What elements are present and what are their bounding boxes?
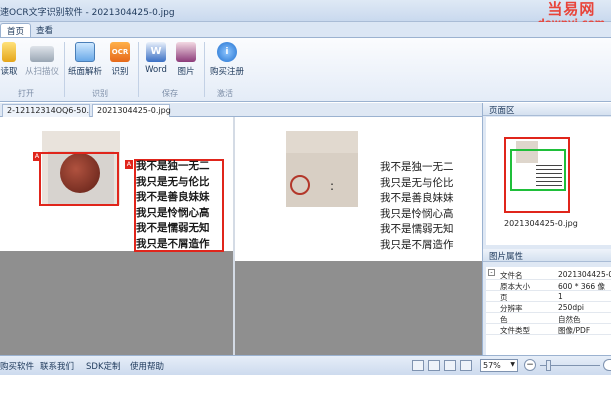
- scanner-button[interactable]: 从扫描仪: [22, 42, 62, 77]
- poem-line: 我只是无与伦比: [380, 176, 454, 189]
- property-row: 页1: [486, 291, 611, 302]
- purchase-register-label: 购买注册: [209, 67, 244, 77]
- recognize-button[interactable]: OCR 识别: [107, 42, 133, 77]
- chevron-down-icon: ▼: [510, 361, 515, 368]
- result-photo-placeholder: :: [286, 131, 358, 207]
- read-label: 读取: [0, 67, 18, 77]
- poem-line: 我只是不屑造作: [136, 237, 210, 250]
- poem-line: 我只是无与伦比: [136, 175, 210, 188]
- image-label: 图片: [177, 67, 195, 77]
- word-label: Word: [145, 65, 167, 75]
- actual-size-icon[interactable]: [444, 360, 456, 371]
- scanner-icon: [30, 46, 54, 62]
- layout-analysis-button[interactable]: 纸面解析: [67, 42, 103, 77]
- poem-line: 我只是怜悯心高: [380, 207, 454, 220]
- fit-page-icon[interactable]: [428, 360, 440, 371]
- tab-view[interactable]: 查看: [30, 23, 59, 37]
- result-page: : 我不是独一无二 我只是无与伦比 我不是善良妹妹 我只是怜悯心高 我不是懦弱无…: [235, 117, 482, 261]
- poem-line: 我不是独一无二: [380, 161, 454, 173]
- recognize-label: 识别: [111, 67, 129, 77]
- purchase-register-button[interactable]: i 购买注册: [207, 42, 247, 77]
- group-separator: [64, 42, 65, 97]
- group-separator: [138, 42, 139, 97]
- thumbnail-caption: 2021304425-0.jpg: [504, 219, 578, 228]
- poem-line: 我只是不屑造作: [380, 238, 454, 251]
- page-background: [0, 375, 611, 407]
- sdk-custom-link[interactable]: SDK定制: [86, 360, 121, 372]
- poem-line: 我不是懦弱无知: [380, 223, 454, 235]
- image-properties-header: 图片属性: [483, 249, 611, 262]
- poem-line: 我只是怜悯心高: [136, 206, 210, 219]
- contact-us-link[interactable]: 联系我们: [40, 360, 74, 372]
- result-poem-text[interactable]: 我不是独一无二 我只是无与伦比 我不是善良妹妹 我只是怜悯心高 我不是懦弱无知 …: [380, 160, 454, 253]
- folder-icon: [2, 42, 16, 62]
- property-row: 色自然色: [486, 313, 611, 324]
- zoom-slider-thumb[interactable]: [546, 360, 551, 371]
- ribbon-tab-row: 首页 查看: [0, 22, 611, 37]
- doc-tab-first[interactable]: 2-12112314OQ6-50.j...: [2, 104, 90, 117]
- doc-tab-current[interactable]: 2021304425-0.jpg: [92, 104, 171, 117]
- help-link[interactable]: 使用帮助: [130, 360, 164, 372]
- group-separator: [204, 42, 205, 97]
- document-tab-bar: 2-12112314OQ6-50.j... 2021304425-0.jpg: [0, 103, 482, 117]
- sidebar: 页面区 2021304425-0.jpg 图片属性 - 文件名 202130442…: [482, 103, 611, 355]
- property-row: 文件名 2021304425-0: [486, 269, 611, 280]
- property-row: 文件类型 图像/PDF: [486, 324, 611, 335]
- image-region-box[interactable]: [39, 152, 119, 206]
- watermark-line1: 当易网: [547, 0, 596, 18]
- tab-home[interactable]: 首页: [0, 23, 32, 37]
- buy-software-link[interactable]: 购买软件: [0, 360, 34, 372]
- word-icon: W: [146, 42, 166, 62]
- page-thumbnail[interactable]: [504, 137, 570, 213]
- group-label-save: 保存: [162, 89, 178, 98]
- poem-line: 我不是懦弱无知: [136, 222, 210, 234]
- save-image-button[interactable]: 图片: [173, 42, 199, 77]
- source-page: A A 我不是独一无二 我只是无与伦比 我不是善良妹妹 我只是怜悯心高 我不是懦…: [0, 117, 233, 252]
- scanner-label: 从扫描仪: [24, 67, 59, 77]
- thumbnail-text-lines: [536, 165, 562, 187]
- page-area-header: 页面区: [483, 103, 611, 116]
- fit-screen-icon[interactable]: [460, 360, 472, 371]
- properties-table: - 文件名 2021304425-0 原本大小 600 * 366 像 页1 分辨率…: [486, 267, 611, 355]
- save-word-button[interactable]: W Word: [143, 42, 169, 75]
- layout-analysis-label: 纸面解析: [67, 67, 102, 77]
- poem-line: 我不是独一无二: [136, 160, 210, 172]
- poem-line: 我不是善良妹妹: [380, 192, 454, 204]
- group-label-open: 打开: [18, 89, 34, 98]
- property-row: 原本大小 600 * 366 像: [486, 280, 611, 291]
- zoom-value: 57%: [483, 361, 501, 370]
- group-label-recognize: 识别: [92, 89, 108, 98]
- zoom-in-button[interactable]: [603, 359, 611, 371]
- source-poem-text: 我不是独一无二 我只是无与伦比 我不是善良妹妹 我只是怜悯心高 我不是懦弱无知 …: [136, 159, 210, 252]
- result-circle-mark: [290, 175, 310, 195]
- property-row: 分辨率 250dpi: [486, 302, 611, 313]
- ocr-icon: OCR: [110, 42, 130, 62]
- ribbon: 读取 从扫描仪 纸面解析 OCR 识别 W Word 图片 i 购买注册 打开 …: [0, 37, 611, 102]
- zoom-select[interactable]: 57% ▼: [480, 359, 518, 372]
- group-label-activate: 激活: [217, 89, 233, 98]
- image-icon: [176, 42, 196, 62]
- fit-width-icon[interactable]: [412, 360, 424, 371]
- layout-analysis-icon: [75, 42, 95, 62]
- source-image-pane[interactable]: A A 我不是独一无二 我只是无与伦比 我不是善良妹妹 我只是怜悯心高 我不是懦…: [0, 117, 233, 355]
- text-region-badge: A: [125, 160, 133, 169]
- page-thumbnail-area: 2021304425-0.jpg: [486, 117, 611, 245]
- result-pane[interactable]: : 我不是独一无二 我只是无与伦比 我不是善良妹妹 我只是怜悯心高 我不是懦弱无…: [235, 117, 482, 355]
- poem-line: 我不是善良妹妹: [136, 191, 210, 203]
- read-button[interactable]: 读取: [0, 42, 18, 77]
- zoom-out-button[interactable]: −: [524, 359, 536, 371]
- title-bar: 速OCR文字识别软件 - 2021304425-0.jpg 当易网 downyi…: [0, 0, 611, 29]
- status-bar: 购买软件 联系我们 SDK定制 使用帮助 57% ▼ −: [0, 355, 611, 375]
- window-title: 速OCR文字识别软件 - 2021304425-0.jpg: [0, 8, 175, 18]
- image-region-badge: A: [33, 152, 41, 161]
- result-colon-mark: :: [330, 179, 335, 193]
- info-icon: i: [217, 42, 237, 62]
